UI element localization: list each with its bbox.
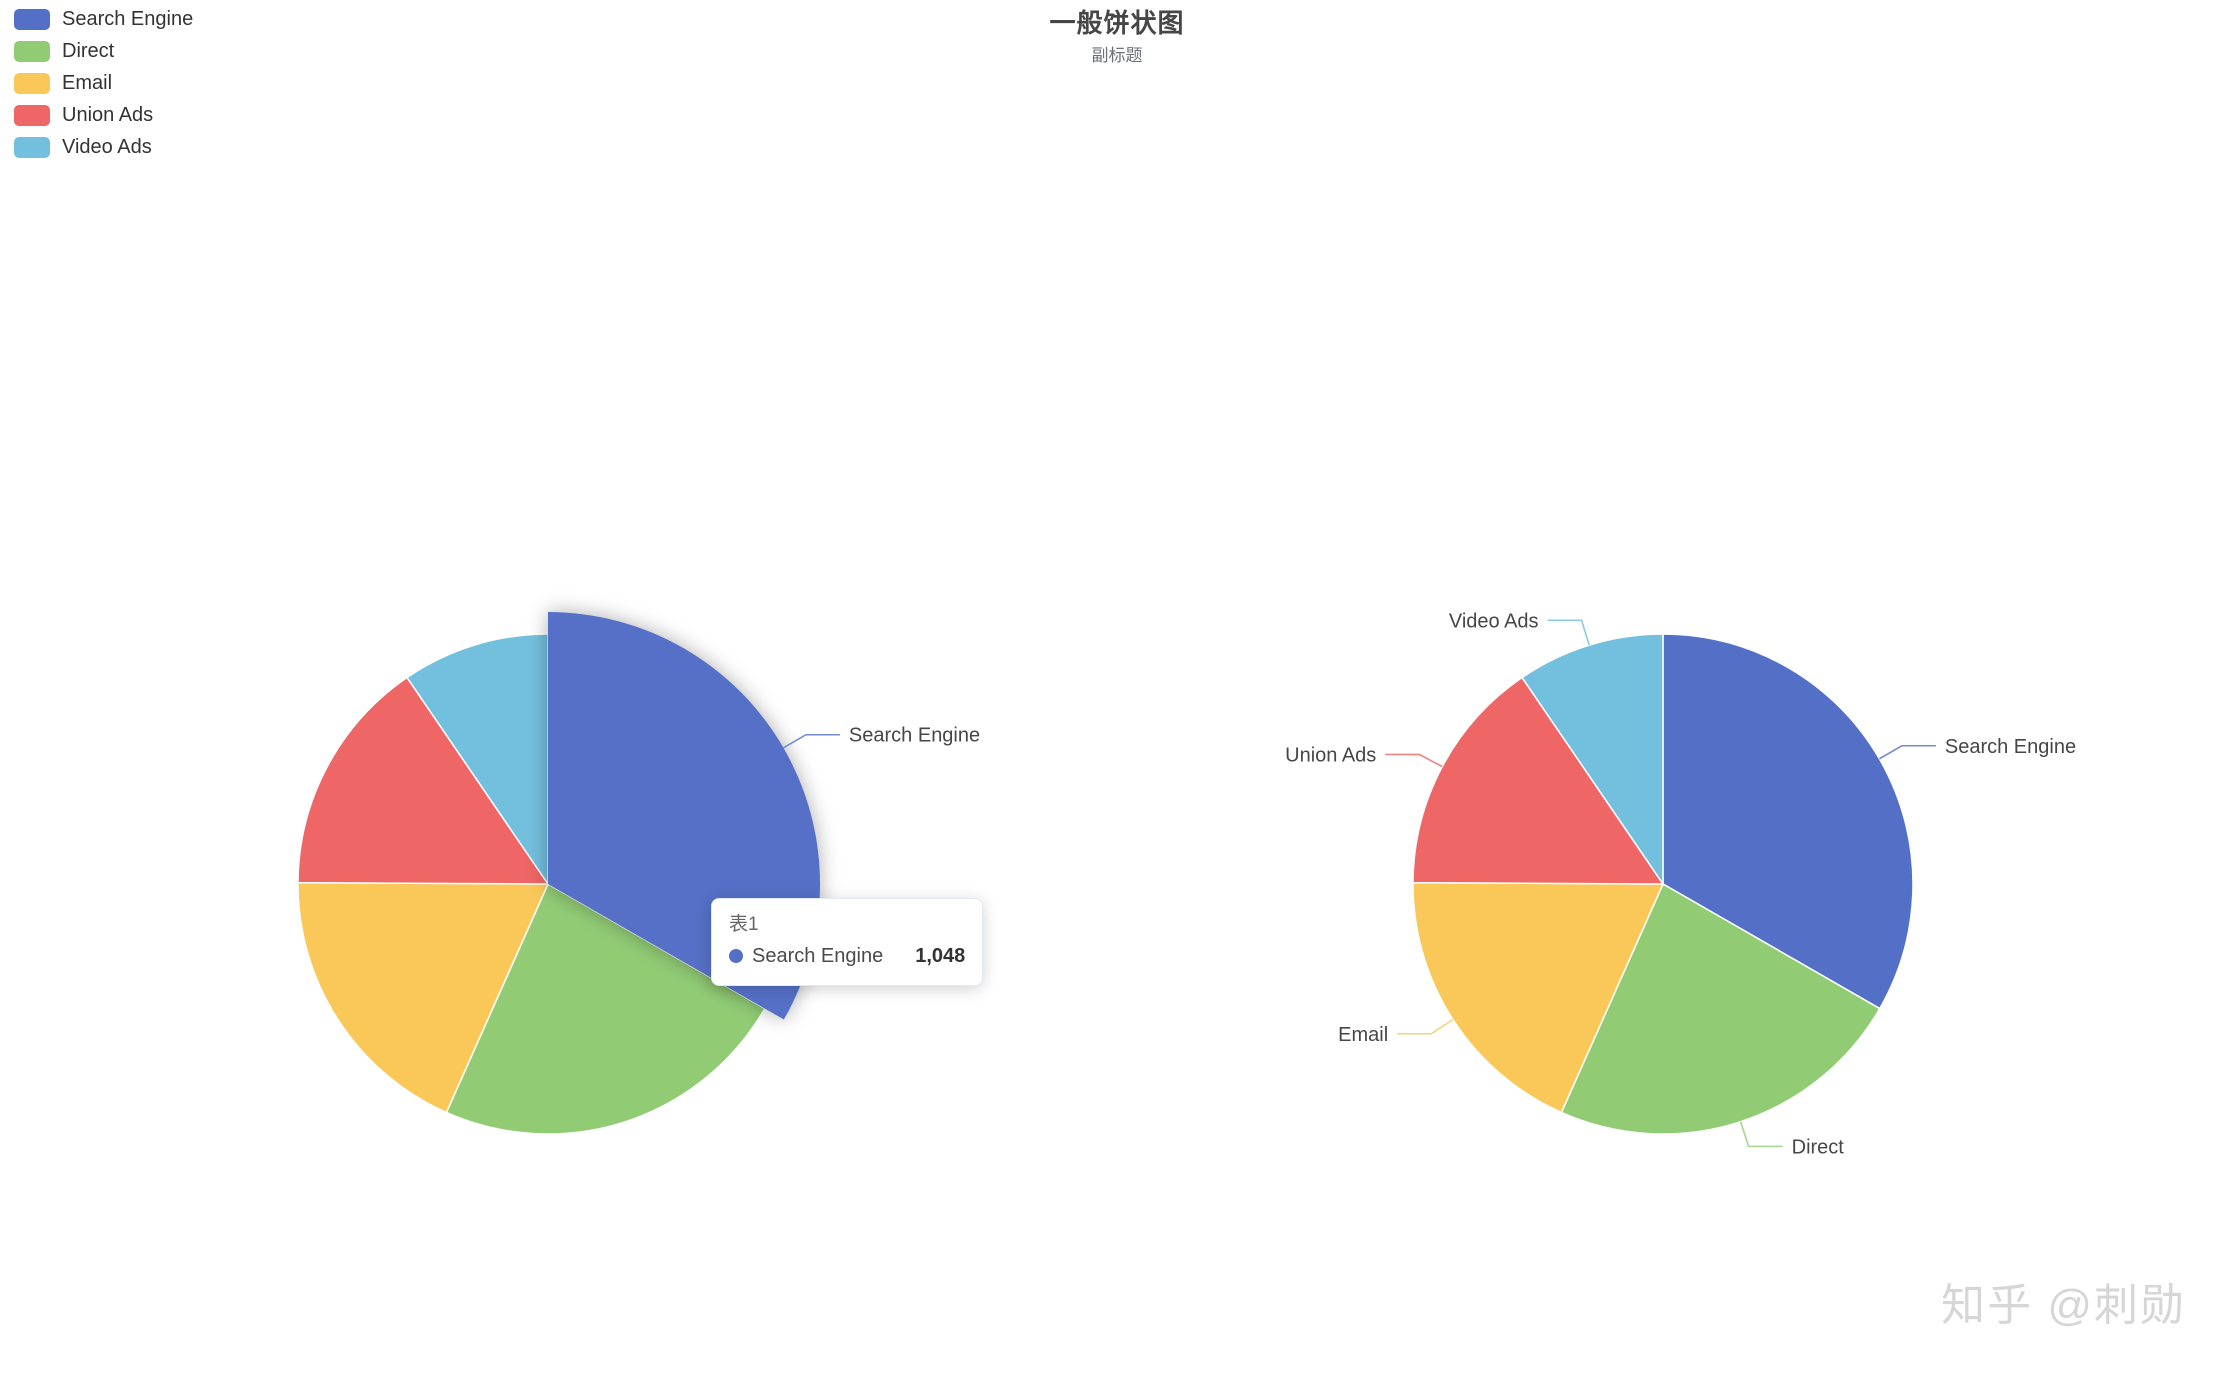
pie-left-hovered[interactable]: Search Engine (297, 612, 980, 1135)
tooltip-value: 1,048 (915, 945, 966, 967)
pie-label-direct: Direct (1792, 1136, 1845, 1158)
tooltip-title: 表1 (729, 914, 759, 935)
tooltip-marker-dot (729, 949, 743, 963)
pie-label-email: Email (1338, 1024, 1388, 1046)
pie-label-search-engine: Search Engine (849, 725, 980, 747)
tooltip-series-name: Search Engine (752, 945, 884, 967)
tooltip-row: Search Engine 1,048 (729, 942, 965, 970)
label-leader-line-union-ads (1385, 753, 1443, 768)
pie-right[interactable]: Search Engine Direct Email Union Ads Video A… (1285, 610, 2076, 1158)
label-leader-line-video-ads (1547, 619, 1591, 646)
watermark: 知乎 @刺勋 (1941, 1281, 2186, 1330)
pie-label-union-ads: Union Ads (1285, 744, 1376, 766)
label-leader-line-email (1397, 1018, 1454, 1035)
chart-tooltip: 表1 Search Engine 1,048 (711, 898, 984, 986)
label-leader-line-direct (1739, 1121, 1783, 1148)
pie-series-svg: Search Engine Search Engine Direct Email Un… (297, 610, 2076, 1158)
pie-label-search-engine: Search Engine (1945, 736, 2076, 758)
label-leader-line-search-engine (1878, 744, 1936, 760)
pie-chart-canvas: Search Engine Direct Email Union Ads Vid… (0, 0, 2234, 1380)
label-leader-line-search-engine (783, 733, 840, 749)
pie-label-video-ads: Video Ads (1449, 610, 1539, 632)
